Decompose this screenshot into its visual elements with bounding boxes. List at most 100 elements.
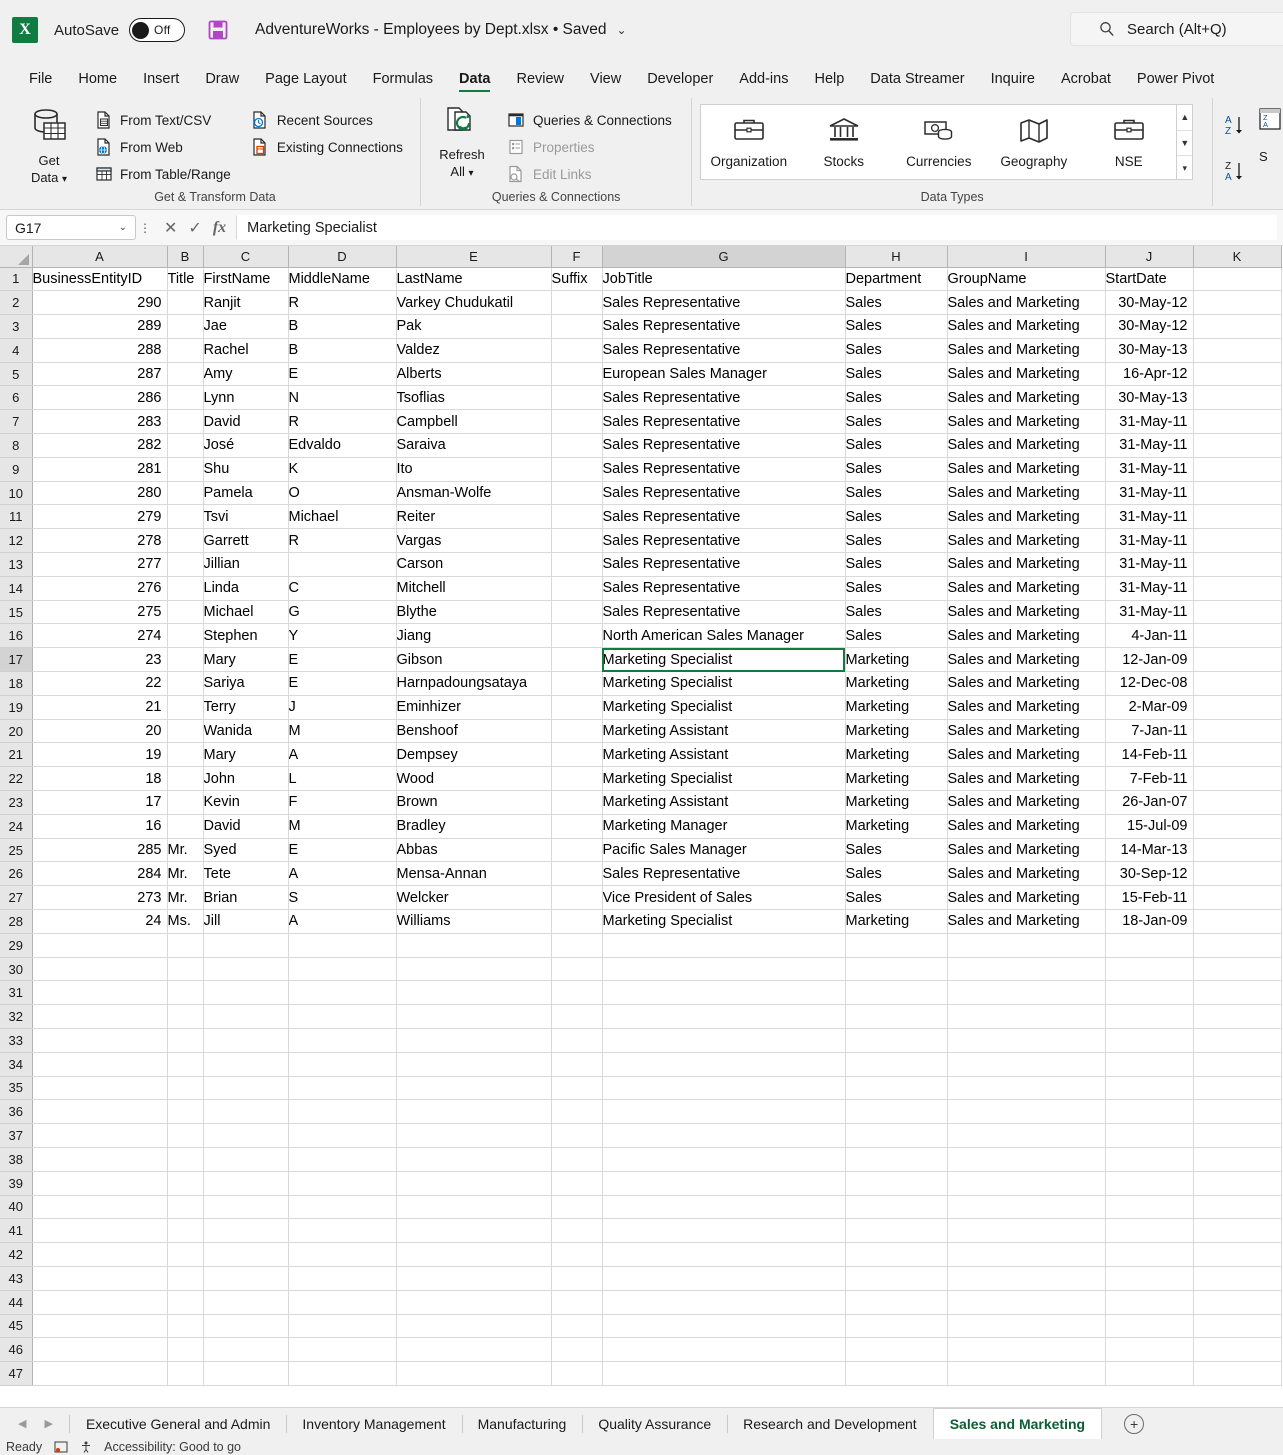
cell-I24[interactable]: Sales and Marketing bbox=[947, 814, 1106, 839]
cell-K45[interactable] bbox=[1193, 1314, 1282, 1339]
cell-D26[interactable]: A bbox=[288, 861, 397, 887]
cell-A20[interactable]: 20 bbox=[32, 719, 168, 744]
cell-G31[interactable] bbox=[602, 980, 846, 1006]
cell-J32[interactable] bbox=[1105, 1004, 1194, 1029]
cell-E4[interactable]: Valdez bbox=[396, 338, 552, 363]
cell-G1[interactable]: JobTitle bbox=[602, 267, 846, 292]
cell-D35[interactable] bbox=[288, 1076, 397, 1101]
cell-D24[interactable]: M bbox=[288, 814, 397, 839]
cell-D23[interactable]: F bbox=[288, 790, 397, 815]
cell-K44[interactable] bbox=[1193, 1290, 1282, 1315]
cell-A10[interactable]: 280 bbox=[32, 481, 168, 506]
refresh-all-button[interactable]: Refresh All ▾ bbox=[429, 102, 495, 181]
cell-G34[interactable] bbox=[602, 1052, 846, 1077]
cell-E46[interactable] bbox=[396, 1337, 552, 1363]
cell-D28[interactable]: A bbox=[288, 909, 397, 934]
cell-A6[interactable]: 286 bbox=[32, 385, 168, 411]
cell-K39[interactable] bbox=[1193, 1171, 1282, 1196]
cell-B28[interactable]: Ms. bbox=[167, 909, 204, 934]
cell-A21[interactable]: 19 bbox=[32, 742, 168, 768]
cell-C27[interactable]: Brian bbox=[203, 885, 289, 911]
cell-D14[interactable]: C bbox=[288, 576, 397, 601]
cell-B37[interactable] bbox=[167, 1123, 204, 1148]
status-accessibility[interactable]: Accessibility: Good to go bbox=[104, 1440, 241, 1454]
row-header-28[interactable]: 28 bbox=[0, 909, 33, 934]
row-header-40[interactable]: 40 bbox=[0, 1195, 33, 1220]
cell-A9[interactable]: 281 bbox=[32, 457, 168, 482]
cell-B6[interactable] bbox=[167, 385, 204, 411]
cell-B4[interactable] bbox=[167, 338, 204, 363]
record-macro-icon[interactable] bbox=[54, 1441, 68, 1453]
cell-B26[interactable]: Mr. bbox=[167, 861, 204, 887]
cell-D7[interactable]: R bbox=[288, 409, 397, 435]
cell-F17[interactable] bbox=[551, 647, 603, 673]
row-header-38[interactable]: 38 bbox=[0, 1147, 33, 1172]
cell-B30[interactable] bbox=[167, 957, 204, 982]
cell-G47[interactable] bbox=[602, 1361, 846, 1386]
cell-B31[interactable] bbox=[167, 980, 204, 1006]
cell-H40[interactable] bbox=[845, 1195, 948, 1220]
gallery-scroll-down-icon[interactable]: ▼ bbox=[1177, 129, 1193, 155]
row-header-23[interactable]: 23 bbox=[0, 790, 33, 815]
cell-H34[interactable] bbox=[845, 1052, 948, 1077]
cell-B5[interactable] bbox=[167, 362, 204, 387]
cell-C3[interactable]: Jae bbox=[203, 314, 289, 339]
cell-C37[interactable] bbox=[203, 1123, 289, 1148]
cell-K43[interactable] bbox=[1193, 1266, 1282, 1291]
add-sheet-button[interactable]: + bbox=[1124, 1413, 1145, 1434]
cell-F44[interactable] bbox=[551, 1290, 603, 1315]
gallery-expand-icon[interactable]: ▾ bbox=[1177, 155, 1193, 180]
cell-J24[interactable]: 15-Jul-09 bbox=[1105, 814, 1194, 839]
cell-G23[interactable]: Marketing Assistant bbox=[602, 790, 846, 815]
cell-K40[interactable] bbox=[1193, 1195, 1282, 1220]
cell-F35[interactable] bbox=[551, 1076, 603, 1101]
sort-ascending-button[interactable]: AZ bbox=[1221, 106, 1255, 144]
tab-page-layout[interactable]: Page Layout bbox=[252, 71, 359, 94]
row-header-18[interactable]: 18 bbox=[0, 671, 33, 696]
cell-B38[interactable] bbox=[167, 1147, 204, 1172]
cell-K30[interactable] bbox=[1193, 957, 1282, 982]
cell-A16[interactable]: 274 bbox=[32, 623, 168, 649]
cell-C14[interactable]: Linda bbox=[203, 576, 289, 601]
cell-K10[interactable] bbox=[1193, 481, 1282, 506]
row-header-24[interactable]: 24 bbox=[0, 814, 33, 839]
cell-K13[interactable] bbox=[1193, 552, 1282, 577]
cell-B45[interactable] bbox=[167, 1314, 204, 1339]
cell-H9[interactable]: Sales bbox=[845, 457, 948, 482]
cell-C28[interactable]: Jill bbox=[203, 909, 289, 934]
cell-B32[interactable] bbox=[167, 1004, 204, 1029]
cell-F11[interactable] bbox=[551, 504, 603, 530]
cell-E2[interactable]: Varkey Chudukatil bbox=[396, 290, 552, 316]
cell-I19[interactable]: Sales and Marketing bbox=[947, 695, 1106, 720]
cell-K38[interactable] bbox=[1193, 1147, 1282, 1172]
recent-sources-button[interactable]: Recent Sources bbox=[247, 108, 407, 132]
row-header-7[interactable]: 7 bbox=[0, 409, 33, 435]
cell-A7[interactable]: 283 bbox=[32, 409, 168, 435]
cell-A40[interactable] bbox=[32, 1195, 168, 1220]
row-header-16[interactable]: 16 bbox=[0, 623, 33, 649]
cell-D9[interactable]: K bbox=[288, 457, 397, 482]
cell-H10[interactable]: Sales bbox=[845, 481, 948, 506]
cell-D3[interactable]: B bbox=[288, 314, 397, 339]
cell-B21[interactable] bbox=[167, 742, 204, 768]
cell-C16[interactable]: Stephen bbox=[203, 623, 289, 649]
cell-B40[interactable] bbox=[167, 1195, 204, 1220]
cell-G13[interactable]: Sales Representative bbox=[602, 552, 846, 577]
cell-G15[interactable]: Sales Representative bbox=[602, 600, 846, 625]
cell-D17[interactable]: E bbox=[288, 647, 397, 673]
cell-I25[interactable]: Sales and Marketing bbox=[947, 838, 1106, 863]
cell-C32[interactable] bbox=[203, 1004, 289, 1029]
cell-H5[interactable]: Sales bbox=[845, 362, 948, 387]
row-header-30[interactable]: 30 bbox=[0, 957, 33, 982]
cell-J11[interactable]: 31-May-11 bbox=[1105, 504, 1194, 530]
cell-B10[interactable] bbox=[167, 481, 204, 506]
cell-J2[interactable]: 30-May-12 bbox=[1105, 290, 1194, 316]
cell-J10[interactable]: 31-May-11 bbox=[1105, 481, 1194, 506]
cell-F4[interactable] bbox=[551, 338, 603, 363]
column-header-k[interactable]: K bbox=[1193, 246, 1282, 268]
cell-K3[interactable] bbox=[1193, 314, 1282, 339]
cell-D19[interactable]: J bbox=[288, 695, 397, 720]
cell-D16[interactable]: Y bbox=[288, 623, 397, 649]
cell-H19[interactable]: Marketing bbox=[845, 695, 948, 720]
cell-A33[interactable] bbox=[32, 1028, 168, 1053]
